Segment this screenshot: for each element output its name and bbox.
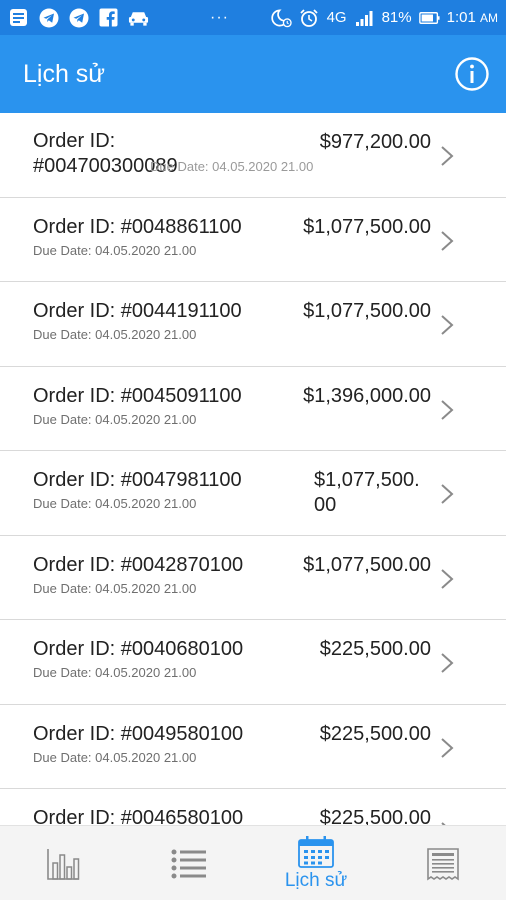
more-notifications: ···: [210, 8, 229, 26]
order-id: Order ID: #0040680100: [33, 638, 244, 660]
chevron-right-icon: [441, 484, 454, 504]
order-id: Order ID: #0044191100: [33, 300, 242, 322]
battery-icon: [418, 7, 440, 28]
telegram-icon: [68, 7, 89, 28]
order-id: Order ID: #0045091100: [33, 384, 242, 407]
facebook-icon: [98, 7, 119, 28]
due-date: Due Date: 04.05.2020 21.00: [33, 665, 197, 680]
receipt-icon: [427, 847, 459, 880]
order-row[interactable]: Order ID: #0046580100 $225,500.00: [0, 789, 506, 825]
network-type: 4G: [326, 9, 347, 26]
order-amount: $977,200.00: [319, 131, 431, 153]
due-date: Due Date: 04.05.2020 21.00: [33, 496, 197, 511]
order-row[interactable]: Order ID: #0047981100 Due Date: 04.05.20…: [0, 451, 506, 536]
info-icon: [455, 57, 489, 91]
nav-label-history: Lịch sử: [284, 870, 348, 891]
calendar-icon: [298, 836, 334, 868]
info-button[interactable]: [454, 56, 490, 92]
chevron-right-icon: [441, 315, 454, 335]
order-id: Order ID: #0046580100: [33, 807, 244, 825]
alarm-icon: [299, 7, 320, 28]
chevron-right-icon: [441, 146, 454, 166]
due-date: Due Date: 04.05.2020 21.00: [33, 580, 197, 596]
nav-item-statistics[interactable]: [0, 826, 126, 900]
clock: 1:01 AM: [446, 9, 498, 26]
due-date: Due Date: 04.05.2020 21.00: [33, 411, 197, 427]
order-amount: $1,077,500.00: [303, 215, 431, 238]
order-id: Order ID: #0047981100: [33, 469, 242, 491]
news-icon: [8, 7, 29, 28]
nav-item-list[interactable]: [126, 826, 252, 900]
order-row[interactable]: Order ID: #004700300089 Due Date: 04.05.…: [0, 113, 506, 198]
order-amount: $1,396,000.00: [303, 384, 431, 407]
order-id: Order ID: #0042870100: [33, 553, 244, 576]
order-history-list[interactable]: Order ID: #004700300089 Due Date: 04.05.…: [0, 113, 506, 825]
nav-item-history[interactable]: Lịch sử: [253, 826, 379, 900]
order-amount: $1,077,500. 00: [314, 469, 420, 516]
battery-percent: 81%: [381, 9, 412, 26]
do-not-disturb-icon: [270, 7, 292, 28]
chevron-right-icon: [441, 230, 454, 251]
order-row[interactable]: Order ID: #0045091100 Due Date: 04.05.20…: [0, 367, 506, 451]
order-amount: $1,077,500.00: [303, 553, 431, 576]
telegram-icon: [38, 7, 59, 28]
system-icons: 4G 81% 1:01 AM: [270, 7, 498, 28]
notification-icons: ···: [8, 7, 229, 28]
bar-chart-icon: [47, 848, 80, 880]
order-amount: $225,500.00: [319, 807, 431, 825]
order-amount: $225,500.00: [319, 638, 431, 660]
car-icon: [128, 7, 149, 28]
page-title: Lịch sử: [23, 59, 106, 88]
chevron-right-icon: [441, 399, 454, 420]
order-row[interactable]: Order ID: #0048861100 Due Date: 04.05.20…: [0, 198, 506, 282]
chevron-right-icon: [441, 568, 454, 589]
order-row[interactable]: Order ID: #0049580100 Due Date: 04.05.20…: [0, 705, 506, 789]
app-bar: Lịch sử: [0, 35, 506, 113]
status-bar: ··· 4G 81% 1:01 AM: [0, 0, 506, 35]
chevron-right-icon: [441, 737, 454, 758]
order-amount: $1,077,500.00: [303, 300, 431, 322]
due-date: Due Date: 04.05.2020 21.00: [150, 159, 314, 174]
signal-icon: [354, 7, 375, 28]
bottom-navigation: Lịch sử: [0, 825, 506, 900]
order-row[interactable]: Order ID: #0040680100 Due Date: 04.05.20…: [0, 620, 506, 705]
order-amount: $225,500.00: [319, 722, 431, 745]
order-row[interactable]: Order ID: #0044191100 Due Date: 04.05.20…: [0, 282, 506, 367]
due-date: Due Date: 04.05.2020 21.00: [33, 749, 197, 765]
due-date: Due Date: 04.05.2020 21.00: [33, 327, 197, 342]
order-id: Order ID: #0048861100: [33, 215, 242, 238]
list-icon: [171, 849, 206, 878]
due-date: Due Date: 04.05.2020 21.00: [33, 242, 197, 258]
order-row[interactable]: Order ID: #0042870100 Due Date: 04.05.20…: [0, 536, 506, 620]
chevron-right-icon: [441, 653, 454, 673]
nav-item-receipt[interactable]: [380, 826, 506, 900]
order-id: Order ID: #0049580100: [33, 722, 244, 745]
